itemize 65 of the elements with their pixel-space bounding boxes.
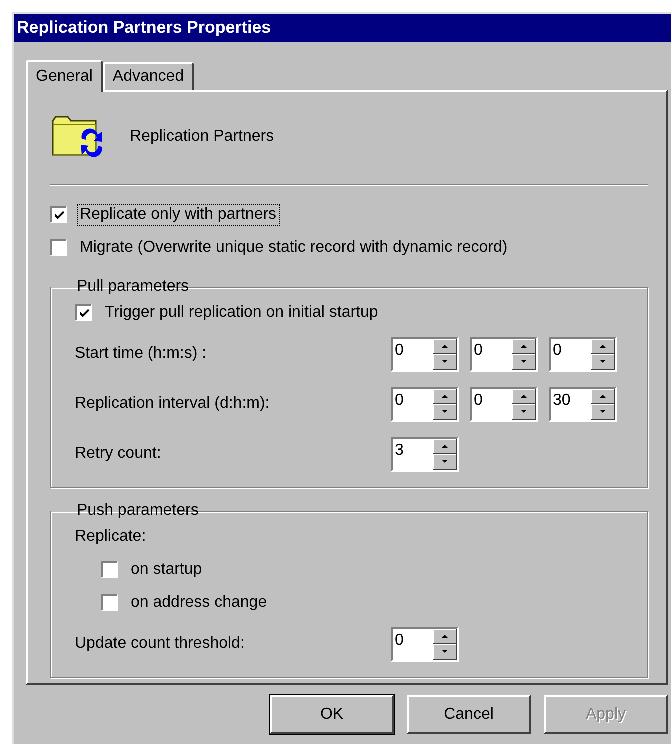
spin-down-button[interactable] xyxy=(591,354,615,370)
spin-box[interactable]: 0 xyxy=(391,386,459,422)
spin-down-button[interactable] xyxy=(512,404,536,420)
up-triangle-icon xyxy=(521,394,527,398)
spin-up-button[interactable] xyxy=(512,338,536,354)
up-triangle-icon xyxy=(442,634,448,638)
checkbox[interactable] xyxy=(50,239,67,256)
spin-box[interactable]: 0 xyxy=(470,386,538,422)
group-title: Push parameters xyxy=(76,502,200,520)
spin-down-button[interactable] xyxy=(433,454,457,470)
down-triangle-icon xyxy=(600,410,606,414)
checkmark-icon xyxy=(80,308,88,318)
down-triangle-icon xyxy=(442,650,448,654)
down-triangle-icon xyxy=(521,410,527,414)
checkbox-label[interactable]: Replicate only with partners xyxy=(77,204,280,226)
spin-up-button[interactable] xyxy=(433,438,457,454)
group-title: Pull parameters xyxy=(76,278,190,296)
dialog-button[interactable]: OK xyxy=(270,695,394,734)
spin-up-button[interactable] xyxy=(433,338,457,354)
down-triangle-icon xyxy=(442,410,448,414)
checkbox-label[interactable]: Trigger pull replication on initial startup xyxy=(102,302,382,324)
field-label: Replication interval (d:h:m): xyxy=(75,395,271,413)
spin-down-button[interactable] xyxy=(433,644,457,660)
spin-up-button[interactable] xyxy=(433,628,457,644)
page-heading: Replication Partners xyxy=(130,128,274,146)
field-label: Retry count: xyxy=(75,445,162,463)
up-triangle-icon xyxy=(442,344,448,348)
checkbox-label[interactable]: Migrate (Overwrite unique static record with dynamic record) xyxy=(77,236,511,258)
checkbox[interactable] xyxy=(50,206,67,223)
spin-box[interactable]: 0 xyxy=(470,336,538,372)
down-triangle-icon xyxy=(521,360,527,364)
spin-box[interactable]: 0 xyxy=(391,626,459,662)
spin-down-button[interactable] xyxy=(512,354,536,370)
dialog-button[interactable]: Cancel xyxy=(407,695,531,734)
down-triangle-icon xyxy=(442,460,448,464)
checkmark-icon xyxy=(54,210,64,220)
checkbox-label[interactable]: on startup xyxy=(128,558,206,580)
spin-box[interactable]: 0 xyxy=(549,336,617,372)
tab[interactable]: Advanced xyxy=(102,62,194,90)
spin-box[interactable]: 30 xyxy=(549,386,617,422)
checkbox[interactable] xyxy=(101,594,118,611)
spin-down-button[interactable] xyxy=(433,404,457,420)
checkbox[interactable] xyxy=(75,304,92,321)
up-triangle-icon xyxy=(600,344,606,348)
spin-down-button[interactable] xyxy=(433,354,457,370)
window-title: Replication Partners Properties xyxy=(14,14,671,42)
field-label: Replicate: xyxy=(75,528,146,546)
up-triangle-icon xyxy=(600,394,606,398)
spin-up-button[interactable] xyxy=(591,388,615,404)
spin-box[interactable]: 3 xyxy=(391,436,459,472)
checkbox-label[interactable]: on address change xyxy=(128,592,270,614)
checkbox[interactable] xyxy=(101,561,118,578)
field-label: Start time (h:m:s) : xyxy=(75,345,208,363)
spin-box[interactable]: 0 xyxy=(391,336,459,372)
tab[interactable]: General xyxy=(26,60,103,92)
spin-up-button[interactable] xyxy=(591,338,615,354)
down-triangle-icon xyxy=(600,360,606,364)
spin-up-button[interactable] xyxy=(512,388,536,404)
spin-up-button[interactable] xyxy=(433,388,457,404)
up-triangle-icon xyxy=(442,394,448,398)
spin-down-button[interactable] xyxy=(591,404,615,420)
up-triangle-icon xyxy=(521,344,527,348)
down-triangle-icon xyxy=(442,360,448,364)
field-label: Update count threshold: xyxy=(75,635,246,653)
up-triangle-icon xyxy=(442,444,448,448)
